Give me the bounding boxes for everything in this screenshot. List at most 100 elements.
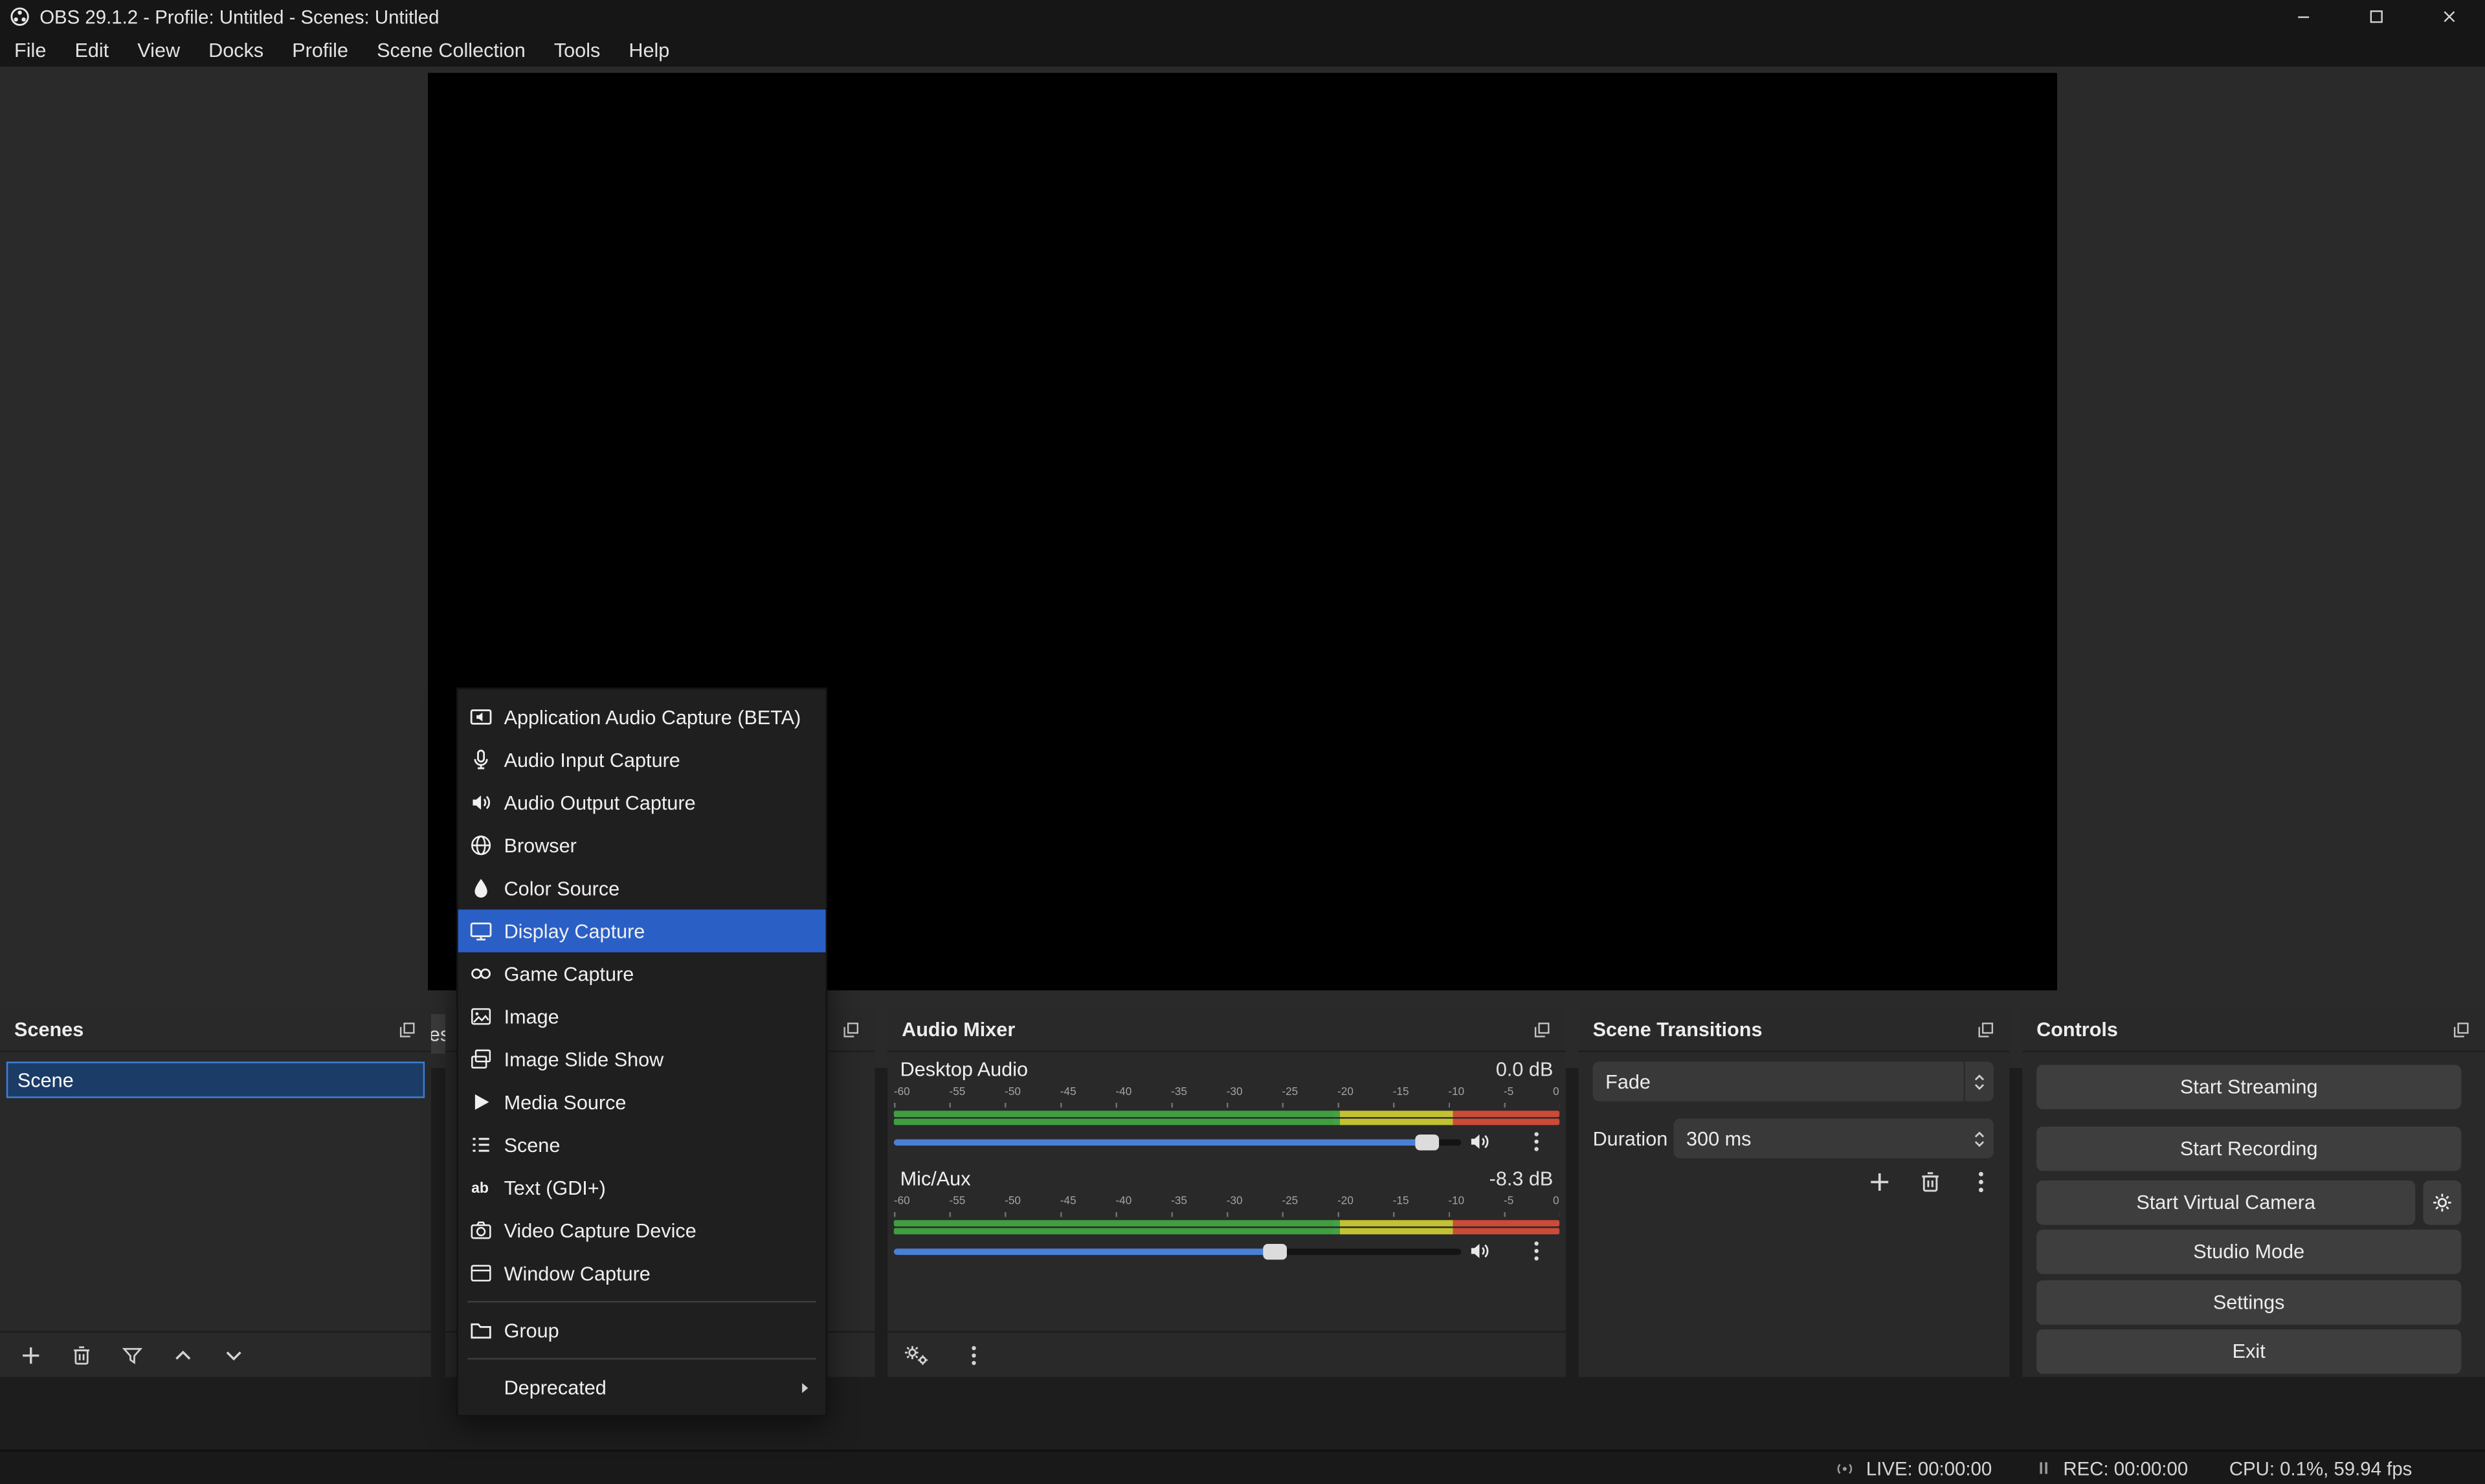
popout-icon[interactable] (841, 1020, 860, 1039)
speaker-icon[interactable] (1467, 1239, 1491, 1263)
kebab-menu-icon[interactable] (1524, 1239, 1548, 1263)
duration-spinbox[interactable]: 300 ms (1673, 1119, 1994, 1158)
transitions-buttons (1867, 1169, 1994, 1195)
move-scene-down-icon[interactable] (222, 1343, 246, 1367)
move-scene-up-icon[interactable] (171, 1343, 195, 1367)
audio-mixer-header: Audio Mixer (887, 1008, 1566, 1052)
menubar-item-scene-collection[interactable]: Scene Collection (362, 33, 540, 66)
volume-slider[interactable] (894, 1248, 1462, 1255)
minimize-button[interactable] (2266, 0, 2339, 33)
menu-item-scene[interactable]: Scene (458, 1124, 826, 1166)
remove-transition-icon[interactable] (1917, 1169, 1943, 1195)
volume-slider-handle[interactable] (1263, 1244, 1287, 1259)
volume-meter-right (894, 1228, 1559, 1234)
menubar-item-profile[interactable]: Profile (278, 33, 362, 66)
menu-item-video-capture-device[interactable]: Video Capture Device (458, 1209, 826, 1252)
tick-label: -60 (894, 1196, 910, 1210)
menu-item-color-source[interactable]: Color Source (458, 867, 826, 909)
scene-filters-icon[interactable] (120, 1343, 144, 1367)
channel-db-value: -8.3 dB (1489, 1168, 1554, 1190)
menu-item-audio-output-capture[interactable]: Audio Output Capture (458, 781, 826, 824)
tick-label: -50 (1005, 1196, 1021, 1210)
start-streaming-button[interactable]: Start Streaming (2036, 1065, 2461, 1109)
popout-icon[interactable] (2452, 1020, 2471, 1039)
add-scene-icon[interactable] (19, 1343, 43, 1367)
controls-title: Controls (2036, 1018, 2118, 1040)
menu-item-image[interactable]: Image (458, 995, 826, 1038)
close-button[interactable] (2412, 0, 2485, 33)
cpu-fps-status: CPU: 0.1%, 59.94 fps (2229, 1457, 2413, 1479)
menubar-item-docks[interactable]: Docks (194, 33, 278, 66)
kebab-menu-icon[interactable] (1524, 1130, 1548, 1154)
tick-label: -25 (1282, 1196, 1298, 1210)
add-transition-icon[interactable] (1867, 1169, 1892, 1195)
menu-item-text-gdi[interactable]: ab Text (GDI+) (458, 1166, 826, 1209)
spin-carets-icon[interactable] (1965, 1119, 1994, 1158)
volume-slider-handle[interactable] (1415, 1135, 1439, 1150)
remove-scene-icon[interactable] (70, 1343, 94, 1367)
popout-icon[interactable] (1976, 1020, 1995, 1039)
channel-name: Desktop Audio (900, 1058, 1028, 1080)
menu-item-window-capture[interactable]: Window Capture (458, 1252, 826, 1294)
scene-list-item[interactable]: Scene (6, 1061, 425, 1098)
window-icon (469, 1261, 493, 1285)
combo-carets-icon (1963, 1061, 1994, 1101)
gamepad-icon (469, 962, 493, 986)
transition-select[interactable]: Fade (1593, 1061, 1994, 1101)
transition-kebab-icon[interactable] (1968, 1169, 1994, 1195)
maximize-button[interactable] (2339, 0, 2413, 33)
menu-item-group[interactable]: Group (458, 1309, 826, 1351)
speaker-icon[interactable] (1467, 1130, 1491, 1154)
scenes-toolbar (0, 1331, 431, 1377)
play-icon (469, 1090, 493, 1114)
tick-label: -5 (1504, 1196, 1513, 1210)
start-virtual-camera-button[interactable]: Start Virtual Camera (2036, 1180, 2415, 1225)
scene-transitions-header: Scene Transitions (1579, 1008, 2010, 1052)
menu-item-image-slide-show[interactable]: Image Slide Show (458, 1038, 826, 1081)
menu-item-media-source[interactable]: Media Source (458, 1081, 826, 1124)
menubar-item-view[interactable]: View (123, 33, 194, 66)
menu-item-deprecated[interactable]: Deprecated (458, 1366, 826, 1408)
popout-icon[interactable] (1533, 1020, 1552, 1039)
volume-meter-right (894, 1119, 1559, 1125)
studio-mode-button[interactable]: Studio Mode (2036, 1230, 2461, 1274)
volume-meter-left (894, 1220, 1559, 1226)
tick-label: -55 (950, 1087, 966, 1102)
live-status: LIVE: 00:00:00 (1834, 1457, 1992, 1479)
mixer-kebab-icon[interactable] (962, 1343, 986, 1367)
menu-item-game-capture[interactable]: Game Capture (458, 952, 826, 995)
volume-slider[interactable] (894, 1139, 1462, 1146)
exit-button[interactable]: Exit (2036, 1329, 2461, 1374)
menubar-item-edit[interactable]: Edit (60, 33, 123, 66)
settings-button[interactable]: Settings (2036, 1280, 2461, 1325)
statusbar: LIVE: 00:00:00 REC: 00:00:00 CPU: 0.1%, … (0, 1450, 2485, 1484)
virtual-camera-config-button[interactable] (2424, 1180, 2462, 1225)
advanced-audio-gears-icon[interactable] (904, 1343, 931, 1367)
channel-name: Mic/Aux (900, 1168, 971, 1190)
menu-item-browser[interactable]: Browser (458, 824, 826, 867)
tick-label: 0 (1553, 1196, 1559, 1210)
microphone-icon (469, 748, 493, 772)
meter-ticks (894, 1212, 1559, 1217)
volume-slider-row (894, 1239, 1559, 1265)
application-audio-icon (469, 705, 493, 729)
mixer-channel-mic-row: Mic/Aux -8.3 dB (900, 1168, 1554, 1190)
window-controls (2266, 0, 2485, 33)
menu-item-application-audio-capture[interactable]: Application Audio Capture (BETA) (458, 696, 826, 738)
live-time: LIVE: 00:00:00 (1866, 1457, 1992, 1479)
menubar-item-tools[interactable]: Tools (540, 33, 615, 66)
volume-slider-fill (894, 1248, 1275, 1255)
tick-label: -20 (1337, 1087, 1354, 1102)
menubar-item-help[interactable]: Help (614, 33, 684, 66)
menu-item-audio-input-capture[interactable]: Audio Input Capture (458, 738, 826, 781)
rec-time: REC: 00:00:00 (2063, 1457, 2188, 1479)
menu-item-display-capture[interactable]: Display Capture (458, 909, 826, 952)
start-recording-button[interactable]: Start Recording (2036, 1127, 2461, 1171)
start-streaming-label: Start Streaming (2180, 1076, 2318, 1098)
menubar-item-file[interactable]: File (0, 33, 60, 66)
popout-icon[interactable] (398, 1020, 417, 1039)
tick-label: -55 (950, 1196, 966, 1210)
submenu-arrow-icon (797, 1379, 813, 1395)
add-source-context-menu: Application Audio Capture (BETA) Audio I… (456, 688, 827, 1417)
channel-db-value: 0.0 dB (1496, 1058, 1553, 1080)
